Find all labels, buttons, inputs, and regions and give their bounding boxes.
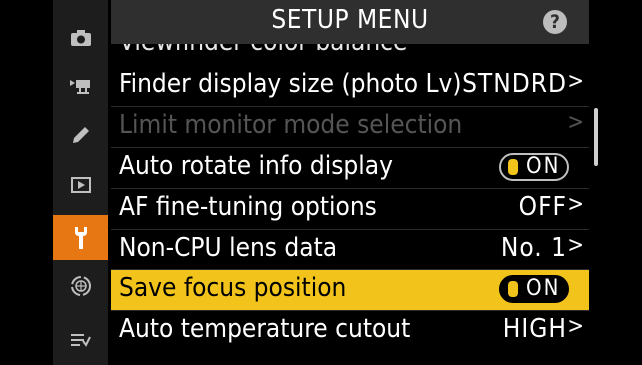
photo-shooting-menu-icon[interactable]	[53, 20, 108, 56]
menu-item-label: Save focus position	[119, 273, 347, 303]
menu-header: SETUP MENU ?	[111, 0, 589, 44]
menu-item-auto-temperature-cutout[interactable]: Auto temperature cutout HIGH >	[111, 310, 589, 351]
partial-menu-item[interactable]: Viewfinder color balance	[111, 44, 589, 64]
menu-item-af-fine-tuning[interactable]: AF fine-tuning options OFF >	[111, 188, 589, 229]
my-menu-icon[interactable]	[53, 322, 108, 358]
menu-item-non-cpu-lens[interactable]: Non-CPU lens data No. 1 >	[111, 229, 589, 270]
chevron-right-icon: >	[567, 192, 584, 217]
help-icon[interactable]: ?	[543, 10, 567, 34]
toggle-knob	[508, 159, 518, 175]
menu-item-label: Finder display size (photo Lv)	[119, 69, 462, 99]
menu-item-label: AF fine-tuning options	[119, 192, 377, 222]
setup-menu-icon[interactable]	[53, 215, 108, 260]
menu-item-value: STNDRD	[462, 69, 567, 99]
partial-menu-item-label: Viewfinder color balance	[119, 44, 407, 57]
menu-item-label: Non-CPU lens data	[119, 233, 338, 263]
menu-item-label: Limit monitor mode selection	[119, 110, 463, 140]
chevron-right-icon: >	[567, 314, 584, 339]
menu-item-auto-rotate[interactable]: Auto rotate info display ON	[111, 147, 589, 188]
toggle-knob	[508, 281, 518, 297]
toggle-state: ON	[526, 154, 561, 179]
toggle-switch[interactable]: ON	[499, 275, 569, 303]
menu-item-value: HIGH	[502, 314, 567, 344]
scrollbar[interactable]	[594, 108, 598, 166]
menu-item-value: OFF	[518, 192, 567, 222]
menu-item-label: Auto rotate info display	[119, 151, 393, 181]
chevron-right-icon: >	[567, 110, 584, 135]
chevron-right-icon: >	[567, 69, 584, 94]
menu-item-save-focus-position[interactable]: Save focus position ON	[111, 269, 589, 310]
menu-item-value: No. 1	[500, 233, 567, 263]
movie-recording-menu-icon[interactable]	[53, 68, 108, 104]
custom-settings-menu-icon[interactable]	[53, 117, 108, 153]
toggle-switch[interactable]: ON	[499, 153, 569, 181]
toggle-state: ON	[526, 276, 561, 301]
menu-tab-sidebar	[53, 0, 108, 365]
menu-item-finder-display-size[interactable]: Finder display size (photo Lv) STNDRD >	[111, 66, 589, 106]
menu-panel: SETUP MENU ? Viewfinder color balance Fi…	[111, 0, 589, 365]
menu-item-limit-monitor-mode: Limit monitor mode selection >	[111, 106, 589, 147]
chevron-right-icon: >	[567, 233, 584, 258]
page-title: SETUP MENU	[271, 5, 429, 35]
menu-item-label: Auto temperature cutout	[119, 314, 411, 344]
playback-menu-icon[interactable]	[53, 167, 108, 203]
network-menu-icon[interactable]	[53, 268, 108, 304]
